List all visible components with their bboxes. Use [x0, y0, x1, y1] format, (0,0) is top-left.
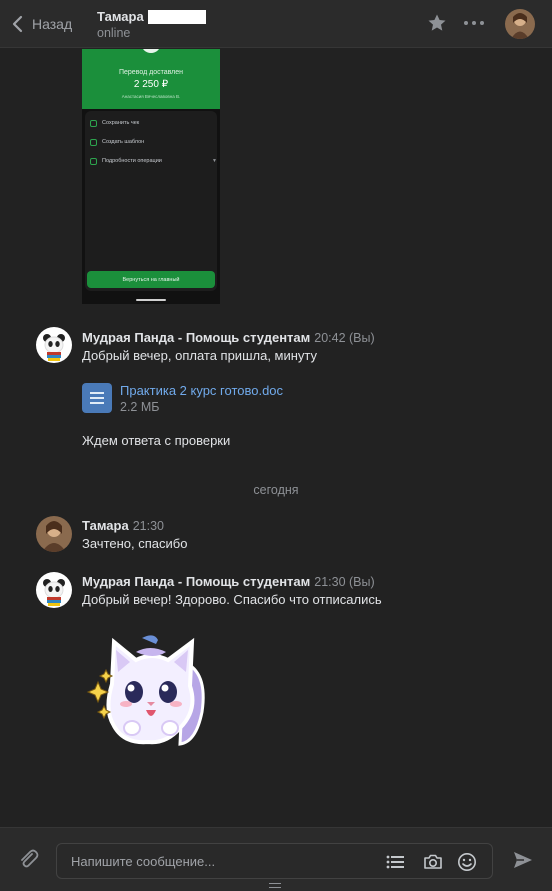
receipt-button: Вернуться на главный	[87, 271, 215, 288]
avatar[interactable]	[36, 327, 72, 363]
message-author[interactable]: Мудрая Панда - Помощь студентам 20:42 (Вы…	[82, 330, 375, 345]
cat-sticker-icon	[86, 635, 205, 746]
contact-name-text: Тамара	[97, 9, 144, 24]
info-icon	[90, 157, 97, 165]
panda-avatar-icon	[36, 327, 72, 363]
author-name: Тамара	[82, 518, 129, 533]
contact-avatar[interactable]	[505, 9, 535, 39]
message-text: Ждем ответа с проверки	[82, 433, 231, 448]
resize-handle[interactable]	[269, 883, 281, 888]
message-text: Добрый вечер, оплата пришла, минуту	[82, 348, 318, 363]
avatar[interactable]	[36, 572, 72, 608]
star-button[interactable]	[427, 13, 447, 38]
receipt-row: Подробности операции ▼	[90, 155, 217, 167]
redacted-surname	[147, 9, 206, 24]
template-icon	[90, 138, 97, 146]
camera-button[interactable]	[423, 852, 443, 877]
smile-icon	[458, 853, 476, 871]
message-time: 21:30	[132, 519, 164, 533]
message-author[interactable]: Мудрая Панда - Помощь студентам 21:30 (Вы…	[82, 574, 375, 589]
attach-button[interactable]	[18, 849, 40, 876]
document-icon	[82, 383, 112, 413]
message-input[interactable]: Напишите сообщение...	[56, 843, 493, 879]
send-icon	[514, 852, 532, 868]
cat-sticker[interactable]	[84, 632, 222, 752]
receipt-row: Сохранить чек	[90, 117, 139, 129]
document-size: 2.2 МБ	[120, 400, 160, 414]
payment-receipt-image[interactable]: Перевод доставлен 2 250 ₽ Анастасия Вяче…	[82, 49, 220, 304]
receipt-recipient: Анастасия Вячеславовна В.	[121, 94, 181, 99]
message-time: 20:42 (Вы)	[314, 331, 375, 345]
message-time: 21:30 (Вы)	[314, 575, 375, 589]
chevron-down-icon: ▼	[212, 158, 217, 164]
templates-button[interactable]	[385, 852, 405, 877]
avatar[interactable]	[36, 516, 72, 552]
paperclip-icon	[21, 849, 39, 868]
star-icon	[428, 14, 446, 31]
author-name: Мудрая Панда - Помощь студентам	[82, 574, 311, 589]
more-icon	[464, 21, 484, 25]
date-separator: сегодня	[253, 483, 299, 497]
emoji-button[interactable]	[457, 852, 477, 877]
message-text: Зачтено, спасибо	[82, 536, 188, 551]
contact-name[interactable]: Тамара	[97, 9, 206, 24]
message-composer: Напишите сообщение...	[0, 827, 552, 891]
receipt-row: Создать шаблон	[90, 136, 144, 148]
back-label: Назад	[32, 16, 73, 32]
home-indicator	[136, 299, 166, 301]
author-name: Мудрая Панда - Помощь студентам	[82, 330, 311, 345]
receipt-amount: 2 250 ₽	[133, 79, 169, 90]
message-history[interactable]: Перевод доставлен 2 250 ₽ Анастасия Вяче…	[0, 49, 552, 827]
chevron-left-icon	[12, 15, 23, 33]
document-name[interactable]: Практика 2 курс готово.doc	[120, 383, 283, 399]
message-author[interactable]: Тамара 21:30	[82, 518, 164, 533]
contact-status: online	[97, 26, 131, 40]
message-input-placeholder: Напишите сообщение...	[71, 854, 216, 869]
panda-avatar-icon	[36, 572, 72, 608]
more-button[interactable]	[462, 13, 486, 38]
back-button[interactable]: Назад	[12, 12, 72, 36]
receipt-title: Перевод доставлен	[118, 69, 184, 76]
chat-header: Назад Тамара online	[0, 0, 552, 48]
save-icon	[90, 119, 97, 127]
message-text: Добрый вечер! Здорово. Спасибо что отпис…	[82, 592, 382, 607]
list-icon	[386, 855, 404, 869]
receipt-panel: Сохранить чек Создать шаблон Подробности…	[85, 111, 217, 291]
document-attachment[interactable]: Практика 2 курс готово.doc 2.2 МБ	[82, 383, 283, 415]
camera-icon	[424, 854, 442, 869]
send-button[interactable]	[512, 849, 534, 876]
